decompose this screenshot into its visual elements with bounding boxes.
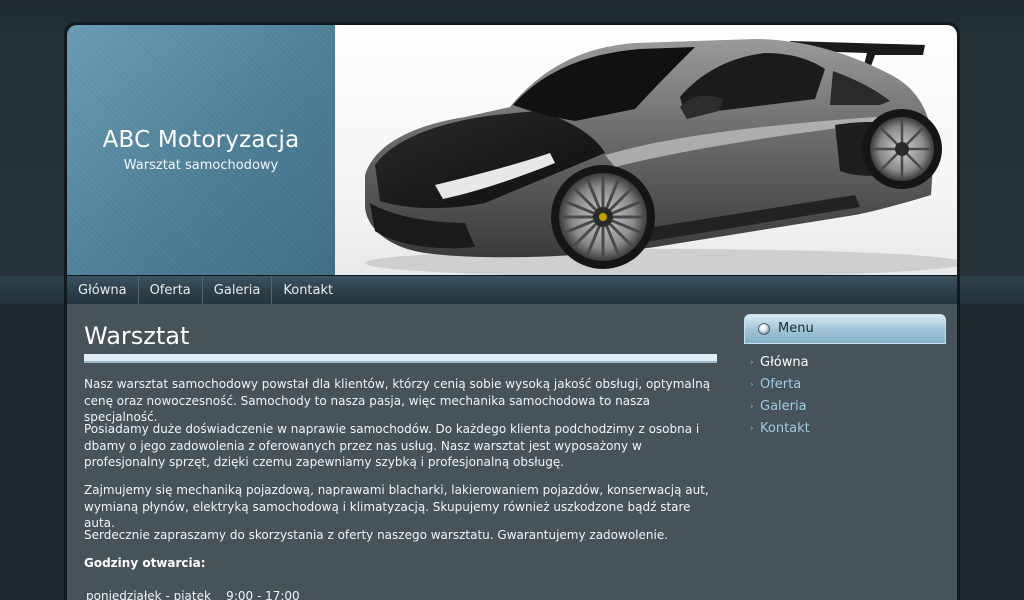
bullet-icon xyxy=(758,323,770,335)
site-subtitle: Warsztat samochodowy xyxy=(123,158,279,173)
paragraph-intro: Nasz warsztat samochodowy powstał dla kl… xyxy=(84,377,711,424)
opening-hours-line: poniedziałek - piątek 9:00 - 17:00 xyxy=(86,589,300,600)
nav-item-kontakt[interactable]: Kontakt xyxy=(272,276,344,304)
sidebar-menu: › Główna › Oferta › Galeria › Kontakt xyxy=(750,352,810,440)
sidebar-item-kontakt[interactable]: › Kontakt xyxy=(750,418,810,440)
chevron-right-icon: › xyxy=(750,380,754,390)
top-nav: Główna Oferta Galeria Kontakt xyxy=(67,276,957,304)
nav-item-galeria[interactable]: Galeria xyxy=(203,276,273,304)
sidebar-item-oferta[interactable]: › Oferta xyxy=(750,374,810,396)
nav-item-oferta[interactable]: Oferta xyxy=(139,276,203,304)
sidebar-item-label[interactable]: Oferta xyxy=(760,376,801,394)
chevron-right-icon: › xyxy=(750,424,754,434)
chevron-right-icon: › xyxy=(750,358,754,368)
header-brand-panel: ABC Motoryzacja Warsztat samochodowy xyxy=(67,25,335,275)
sidebar-item-label[interactable]: Kontakt xyxy=(760,420,810,438)
sidebar-item-label[interactable]: Galeria xyxy=(760,398,807,416)
car-illustration xyxy=(365,39,957,275)
title-divider xyxy=(84,354,717,363)
paragraph-experience: Posiadamy duże doświadczenie w naprawie … xyxy=(84,422,700,469)
chevron-right-icon: › xyxy=(750,402,754,412)
paragraph-invitation: Serdecznie zapraszamy do skorzystania z … xyxy=(84,528,669,542)
sidebar-menu-title: Menu xyxy=(778,321,814,336)
nav-item-glowna[interactable]: Główna xyxy=(67,276,139,304)
sidebar-item-glowna[interactable]: › Główna xyxy=(750,352,810,374)
site-title[interactable]: ABC Motoryzacja xyxy=(67,127,335,153)
page-title: Warsztat xyxy=(84,322,190,350)
sidebar-item-galeria[interactable]: › Galeria xyxy=(750,396,810,418)
paragraph-services: Zajmujemy się mechaniką pojazdową, napra… xyxy=(84,483,709,530)
opening-hours-heading: Godziny otwarcia: xyxy=(84,556,206,570)
sports-car-photo xyxy=(335,25,957,275)
sidebar-menu-header: Menu xyxy=(744,314,946,344)
sidebar-item-label[interactable]: Główna xyxy=(760,354,809,372)
